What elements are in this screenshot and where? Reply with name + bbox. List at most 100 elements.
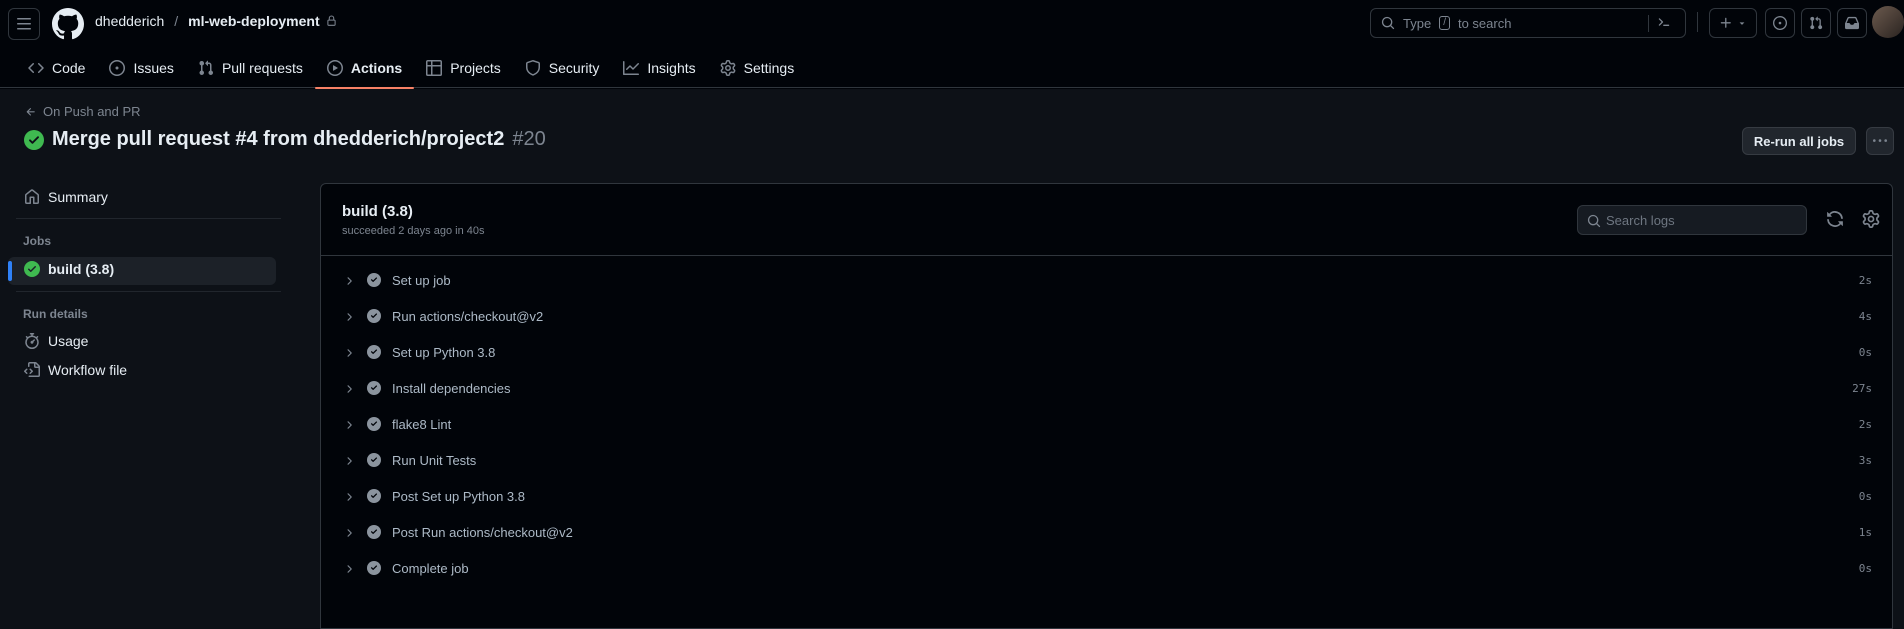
header-divider bbox=[1697, 12, 1698, 32]
command-palette-icon[interactable] bbox=[1648, 15, 1671, 32]
search-icon bbox=[1381, 16, 1395, 30]
chevron-right-icon[interactable] bbox=[343, 562, 355, 578]
step-row[interactable]: Complete job 0s bbox=[321, 550, 1892, 586]
tab-label: Pull requests bbox=[221, 60, 303, 76]
chevron-right-icon[interactable] bbox=[343, 310, 355, 326]
chevron-right-icon[interactable] bbox=[343, 274, 355, 290]
tab-label: Code bbox=[52, 60, 86, 76]
back-to-workflow-link[interactable]: On Push and PR bbox=[25, 104, 141, 119]
graph-icon bbox=[623, 61, 640, 75]
tab-label: Projects bbox=[450, 60, 501, 76]
step-row[interactable]: Post Run actions/checkout@v2 1s bbox=[321, 514, 1892, 550]
repo-nav: Code Issues Pull requests Actions Projec… bbox=[16, 48, 807, 89]
tab-projects[interactable]: Projects bbox=[414, 48, 513, 88]
issues-button[interactable] bbox=[1765, 8, 1795, 38]
chevron-right-icon[interactable] bbox=[343, 382, 355, 398]
tab-security[interactable]: Security bbox=[513, 48, 612, 88]
step-row[interactable]: Run actions/checkout@v2 4s bbox=[321, 298, 1892, 334]
step-success-icon bbox=[367, 345, 381, 362]
step-duration: 2s bbox=[1858, 274, 1872, 287]
step-row[interactable]: Post Set up Python 3.8 0s bbox=[321, 478, 1892, 514]
create-new-button[interactable] bbox=[1709, 8, 1757, 38]
shield-icon bbox=[525, 60, 540, 76]
tab-settings[interactable]: Settings bbox=[708, 48, 807, 88]
step-success-icon bbox=[367, 525, 381, 542]
run-number: #20 bbox=[512, 128, 546, 150]
step-duration: 1s bbox=[1858, 526, 1872, 539]
home-icon bbox=[25, 189, 39, 204]
step-label: Run actions/checkout@v2 bbox=[392, 309, 544, 324]
repo-owner-link[interactable]: dhedderich bbox=[95, 13, 164, 29]
step-label: Post Run actions/checkout@v2 bbox=[392, 525, 573, 540]
step-row[interactable]: Install dependencies 27s bbox=[321, 370, 1892, 406]
pull-requests-button[interactable] bbox=[1801, 8, 1831, 38]
play-icon bbox=[326, 60, 343, 76]
chevron-right-icon[interactable] bbox=[343, 526, 355, 542]
global-search-input[interactable]: Type / to search bbox=[1370, 8, 1686, 38]
breadcrumb: dhedderich / ml-web-deployment bbox=[95, 13, 337, 29]
step-duration: 3s bbox=[1858, 454, 1872, 467]
tab-actions[interactable]: Actions bbox=[314, 48, 415, 89]
step-duration: 0s bbox=[1858, 490, 1872, 503]
sidebar-item-usage[interactable]: Usage bbox=[24, 333, 88, 349]
tab-code[interactable]: Code bbox=[16, 48, 97, 88]
arrow-left-icon bbox=[26, 107, 35, 116]
pull-request-icon bbox=[199, 60, 213, 76]
step-success-icon bbox=[367, 381, 381, 398]
step-success-icon bbox=[367, 273, 381, 290]
repo-name-link[interactable]: ml-web-deployment bbox=[188, 13, 319, 29]
step-row[interactable]: flake8 Lint 2s bbox=[321, 406, 1892, 442]
sidebar-item-summary[interactable]: Summary bbox=[24, 189, 108, 205]
more-options-button[interactable] bbox=[1866, 127, 1894, 155]
file-code-icon bbox=[24, 362, 40, 377]
inbox-button[interactable] bbox=[1837, 8, 1867, 38]
sidebar-item-label: Usage bbox=[48, 333, 89, 349]
step-row[interactable]: Set up job 2s bbox=[321, 262, 1892, 298]
step-row[interactable]: Run Unit Tests 3s bbox=[321, 442, 1892, 478]
chevron-right-icon[interactable] bbox=[343, 346, 355, 362]
step-duration: 4s bbox=[1858, 310, 1872, 323]
refresh-icon[interactable] bbox=[1826, 210, 1844, 228]
step-duration: 0s bbox=[1858, 562, 1872, 575]
lock-icon bbox=[327, 15, 336, 26]
tab-label: Insights bbox=[647, 60, 696, 76]
gear-icon bbox=[720, 60, 736, 76]
page-title: Merge pull request #4 from dhedderich/pr… bbox=[24, 128, 546, 151]
tab-issues[interactable]: Issues bbox=[97, 48, 185, 88]
rerun-all-jobs-button[interactable]: Re-run all jobs bbox=[1742, 127, 1856, 155]
chevron-right-icon[interactable] bbox=[343, 418, 355, 434]
run-title: Merge pull request #4 from dhedderich/pr… bbox=[52, 128, 505, 150]
user-avatar[interactable] bbox=[1872, 6, 1904, 38]
search-suffix: to search bbox=[1457, 15, 1512, 31]
step-label: Set up job bbox=[392, 273, 451, 288]
step-label: Install dependencies bbox=[392, 381, 511, 396]
menu-button[interactable] bbox=[8, 8, 40, 40]
tab-insights[interactable]: Insights bbox=[611, 48, 707, 88]
step-row[interactable]: Set up Python 3.8 0s bbox=[321, 334, 1892, 370]
inbox-icon bbox=[1845, 16, 1859, 30]
log-search-field[interactable]: Search logs bbox=[1577, 205, 1807, 235]
run-details-heading: Run details bbox=[23, 307, 88, 321]
sidebar-item-label: build (3.8) bbox=[48, 261, 115, 277]
job-log-header: build (3.8) succeeded 2 days ago in 40s … bbox=[321, 184, 1892, 256]
sidebar-item-job-build[interactable]: build (3.8) bbox=[24, 261, 114, 277]
tab-pull-requests[interactable]: Pull requests bbox=[186, 48, 315, 88]
gear-icon[interactable] bbox=[1862, 210, 1880, 228]
hamburger-icon bbox=[17, 18, 31, 30]
back-link-label: On Push and PR bbox=[43, 104, 141, 119]
stopwatch-icon bbox=[25, 333, 39, 349]
sidebar-item-workflow-file[interactable]: Workflow file bbox=[24, 362, 127, 378]
chevron-right-icon[interactable] bbox=[343, 490, 355, 506]
breadcrumb-separator: / bbox=[174, 13, 179, 29]
step-duration: 0s bbox=[1858, 346, 1872, 359]
tab-label: Settings bbox=[743, 60, 795, 76]
code-icon bbox=[28, 62, 44, 74]
step-success-icon bbox=[367, 489, 381, 506]
job-title: build (3.8) bbox=[342, 203, 413, 220]
github-logo-icon[interactable] bbox=[52, 8, 84, 40]
kebab-horizontal-icon bbox=[1873, 139, 1887, 142]
step-success-icon bbox=[367, 417, 381, 434]
git-pull-request-icon bbox=[1810, 16, 1823, 30]
chevron-right-icon[interactable] bbox=[343, 454, 355, 470]
check-circle-fill-icon bbox=[24, 261, 40, 277]
